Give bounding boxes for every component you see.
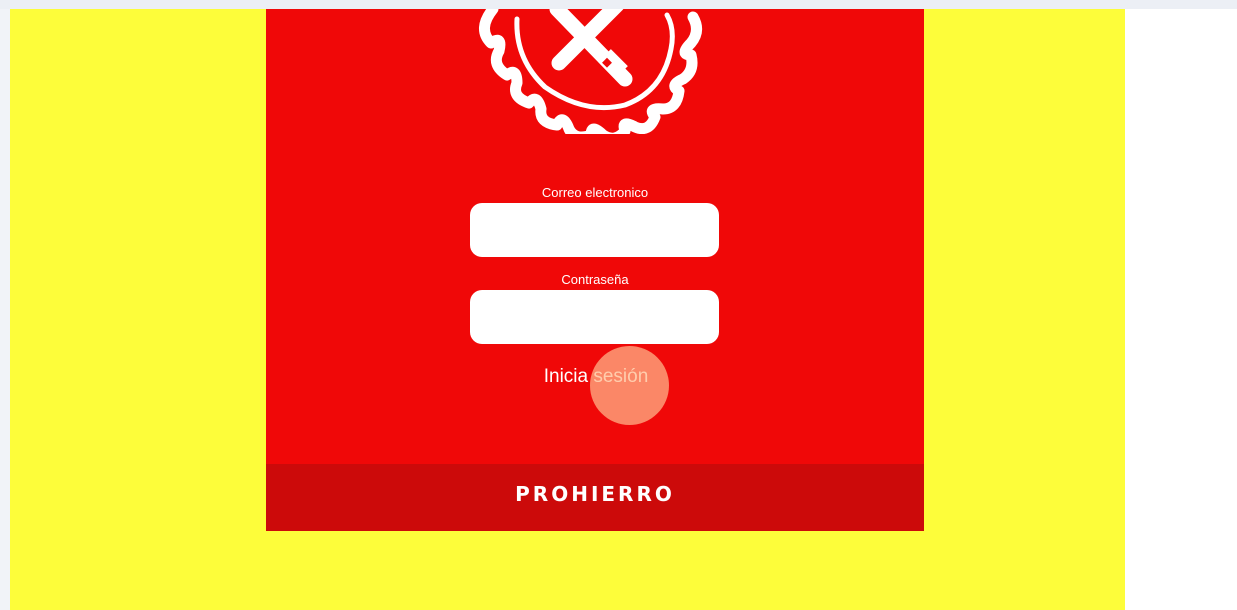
password-input[interactable] <box>470 290 719 344</box>
email-input[interactable] <box>470 203 719 257</box>
right-margin <box>1125 9 1237 610</box>
page-top-strip <box>0 0 1237 9</box>
password-label: Contraseña <box>561 272 629 287</box>
email-label: Correo electronico <box>541 185 649 200</box>
brand-name: PROHIERRO <box>515 482 675 506</box>
touch-indicator <box>590 346 669 425</box>
saw-blade-hammer-logo-icon <box>475 9 715 134</box>
